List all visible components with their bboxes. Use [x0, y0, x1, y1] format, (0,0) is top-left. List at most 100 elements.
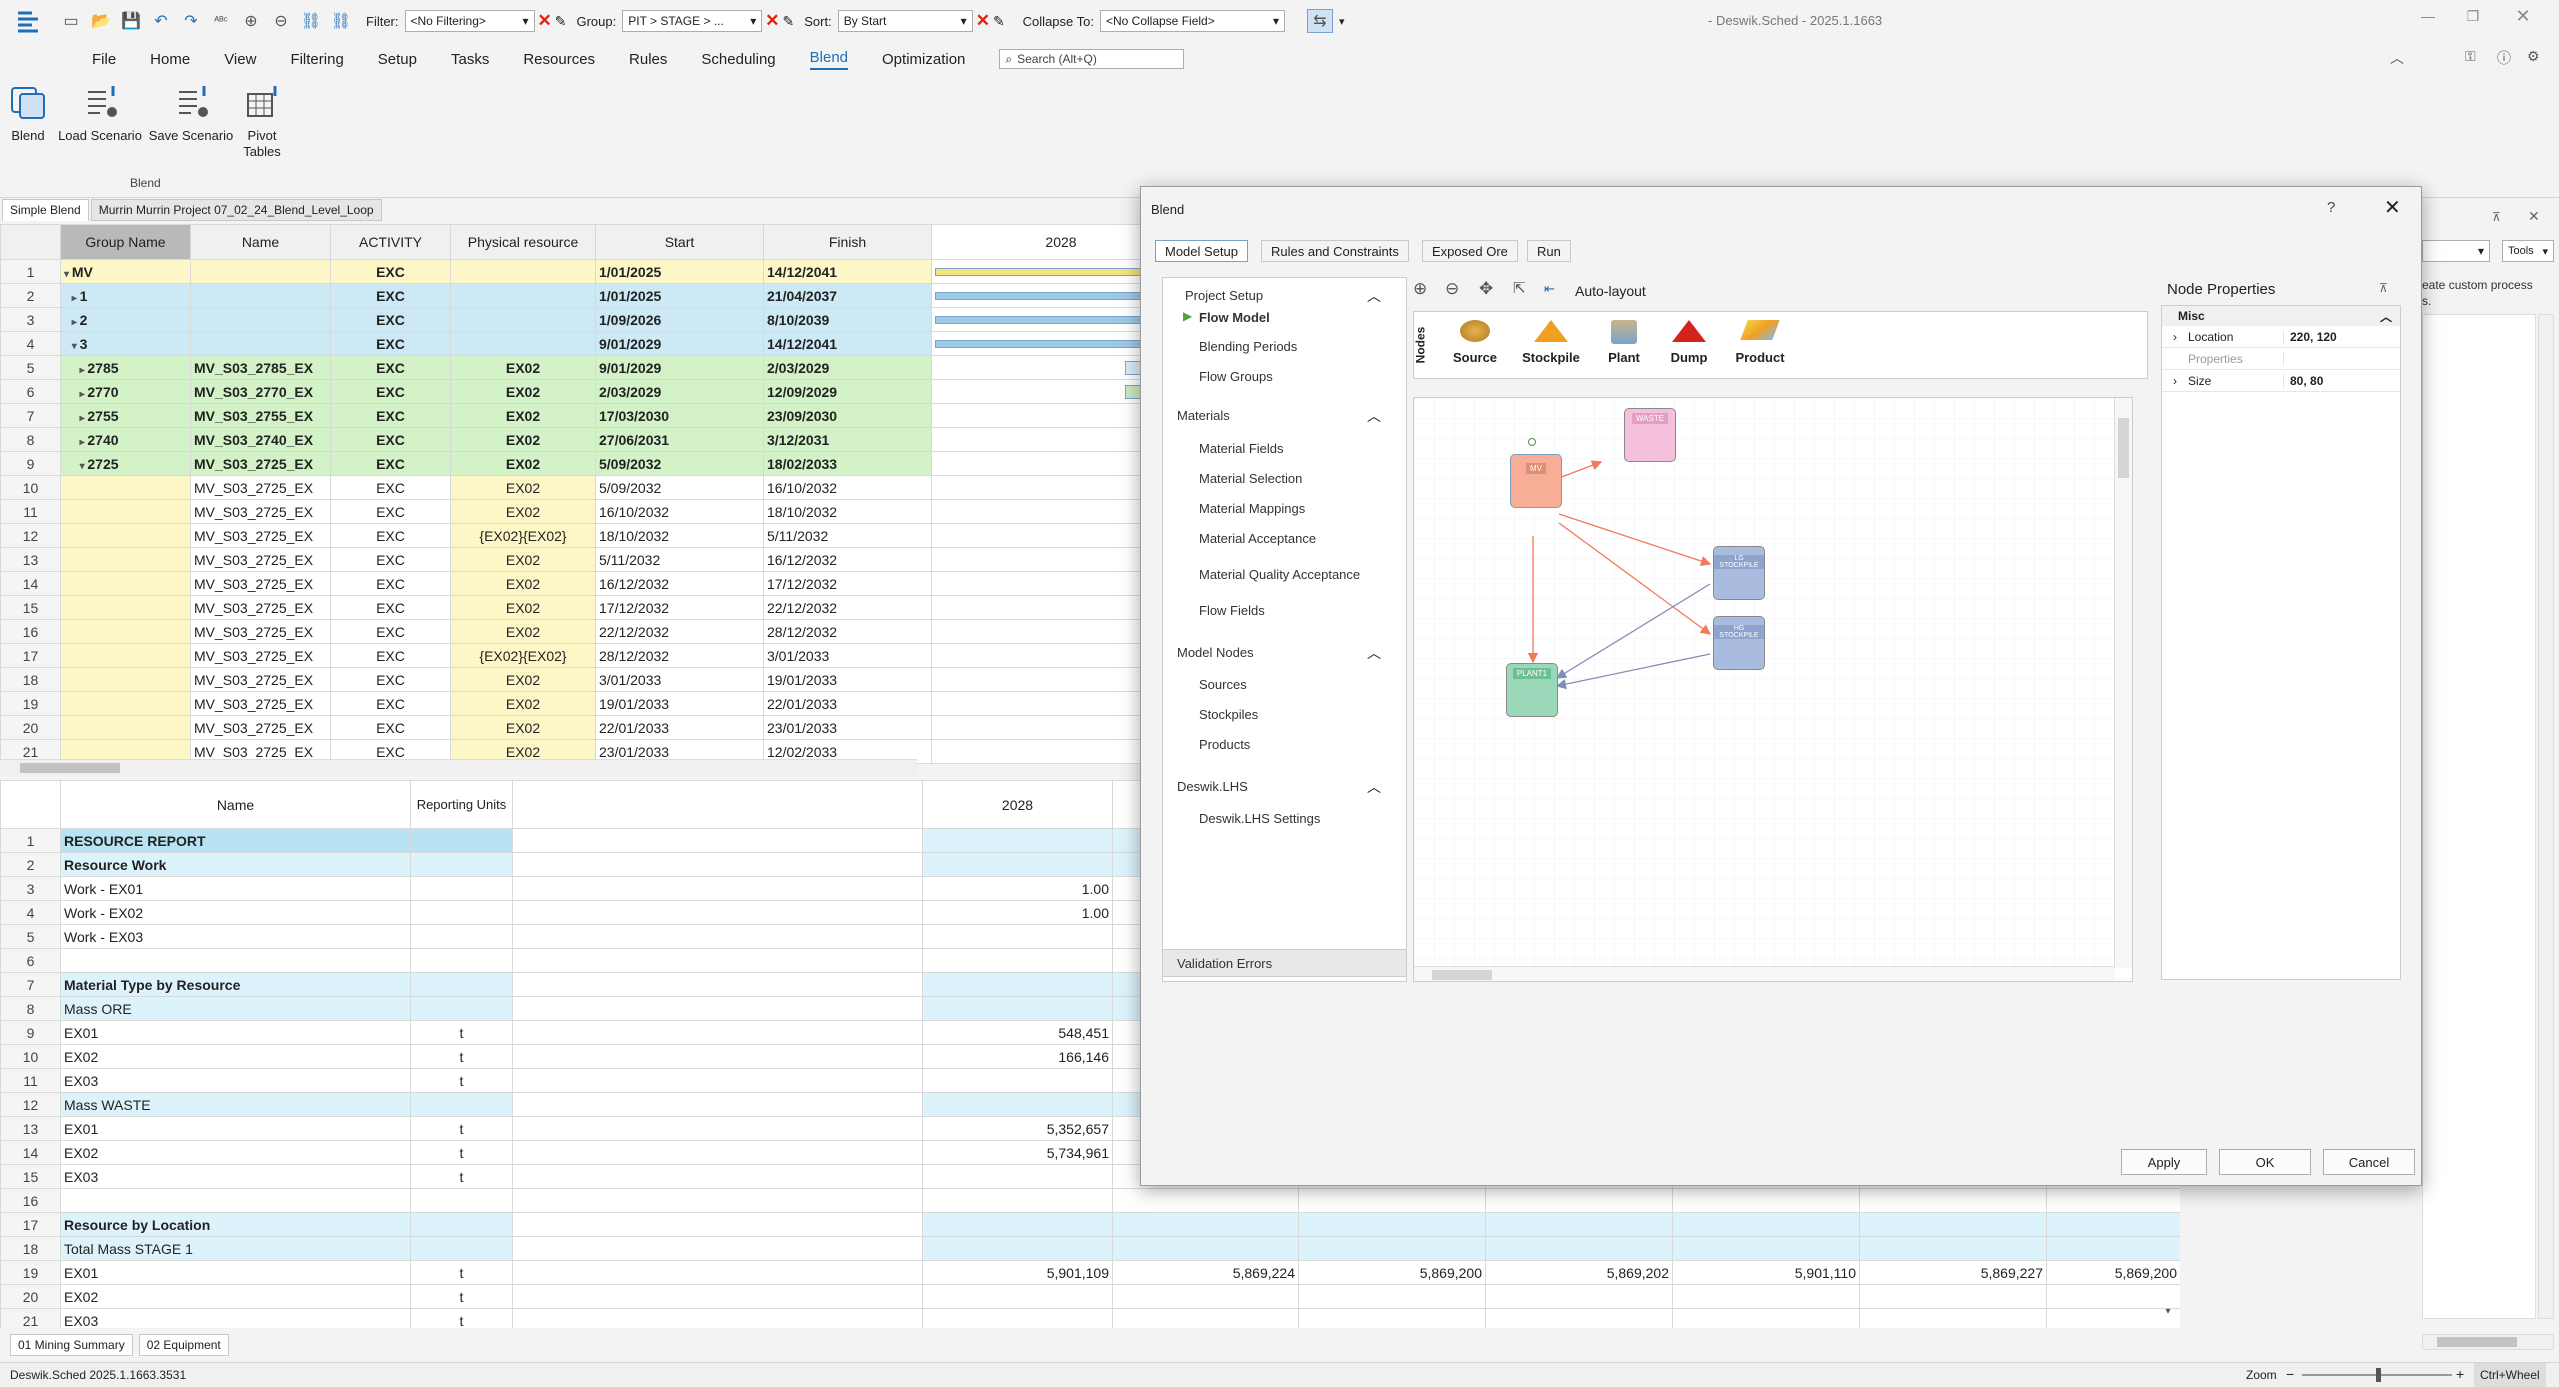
gantt-bar-cell[interactable] — [931, 523, 1140, 548]
chevron-up-icon[interactable]: ︿ — [2380, 308, 2392, 325]
table-row[interactable]: 20 MV_S03_2725_EX EXC EX02 22/01/2033 23/01/… — [0, 715, 1140, 740]
redo-icon[interactable]: ↷ — [176, 6, 206, 36]
group-dropdown[interactable]: PIT > STAGE > ... ▾ — [622, 10, 763, 32]
nav-blending-periods[interactable]: Blending Periods — [1199, 339, 1297, 354]
gantt-bar-cell[interactable] — [931, 307, 1140, 332]
node-lg-stockpile[interactable]: LG STOCKPILE — [1713, 546, 1765, 600]
table-row[interactable]: 18 MV_S03_2725_EX EXC EX02 3/01/2033 19/01/2… — [0, 667, 1140, 692]
physical-resource-cell[interactable]: EX02 — [450, 499, 596, 524]
reporting-units-cell[interactable]: t — [410, 1284, 513, 1309]
gantt-bar-cell[interactable] — [931, 595, 1140, 620]
group-name-cell[interactable]: ▾ 3 — [60, 331, 191, 356]
clear-sort-icon[interactable]: ✕ — [976, 11, 990, 31]
report-value-cell[interactable]: 5,869,200 — [1298, 1260, 1486, 1285]
report-value-cell[interactable] — [1485, 1308, 1673, 1328]
reporting-units-cell[interactable] — [410, 900, 513, 925]
expand-icon[interactable]: ▸ — [72, 293, 80, 304]
activity-cell[interactable]: EXC — [330, 403, 451, 428]
activity-cell[interactable]: EXC — [330, 475, 451, 500]
palette-source[interactable]: Source — [1450, 320, 1500, 365]
reporting-units-cell[interactable]: t — [410, 1068, 513, 1093]
report-value-cell[interactable] — [1859, 1188, 2047, 1213]
gantt-bar-cell[interactable] — [931, 739, 1140, 764]
filter-dropdown[interactable]: <No Filtering> ▾ — [404, 10, 535, 32]
activity-cell[interactable]: EXC — [330, 667, 451, 692]
report-value-cell[interactable] — [1672, 1308, 1860, 1328]
table-row[interactable]: 16 — [0, 1188, 2180, 1213]
save-icon[interactable]: 💾 — [116, 6, 146, 36]
reporting-units-cell[interactable] — [410, 1092, 513, 1117]
activity-cell[interactable]: EXC — [330, 379, 451, 404]
table-row[interactable]: 6 ▸ 2770 MV_S03_2770_EX EXC EX02 2/03/2029 12… — [0, 379, 1140, 404]
finish-cell[interactable]: 2/03/2029 — [763, 355, 932, 380]
reporting-units-cell[interactable]: t — [410, 1020, 513, 1045]
report-name-cell[interactable]: EX03 — [60, 1164, 411, 1189]
physical-resource-cell[interactable]: {EX02}{EX02} — [450, 643, 596, 668]
finish-cell[interactable]: 14/12/2041 — [763, 259, 932, 284]
report-value-cell[interactable] — [1298, 1236, 1486, 1261]
report-value-cell[interactable]: 5,869,200 — [2046, 1260, 2180, 1285]
canvas-hscroll-thumb[interactable] — [1432, 970, 1492, 980]
report-value-cell[interactable] — [922, 1236, 1113, 1261]
report-value-cell[interactable] — [1485, 1212, 1673, 1237]
group-name-cell[interactable] — [60, 499, 191, 524]
report-value-cell[interactable] — [2046, 1212, 2180, 1237]
size-value[interactable]: 80, 80 — [2284, 374, 2323, 388]
reporting-units-cell[interactable] — [410, 876, 513, 901]
canvas-hscroll[interactable] — [1414, 966, 2114, 981]
activity-cell[interactable]: EXC — [330, 499, 451, 524]
report-name-cell[interactable]: Work - EX01 — [60, 876, 411, 901]
tab-run[interactable]: Run — [1527, 240, 1571, 262]
menu-filtering[interactable]: Filtering — [290, 51, 343, 68]
gantt-bar-cell[interactable] — [931, 667, 1140, 692]
activity-cell[interactable]: EXC — [330, 307, 451, 332]
name-cell[interactable]: MV_S03_2785_EX — [190, 355, 331, 380]
finish-cell[interactable]: 18/02/2033 — [763, 451, 932, 476]
finish-cell[interactable]: 16/10/2032 — [763, 475, 932, 500]
expand-icon[interactable]: › — [2162, 330, 2188, 344]
pin-icon[interactable]: ⊼ — [2492, 210, 2501, 224]
start-cell[interactable]: 19/01/2033 — [595, 691, 764, 716]
gantt-bar-cell[interactable] — [931, 691, 1140, 716]
gantt-scroll-thumb[interactable] — [20, 763, 120, 773]
node-mv-rotate-handle[interactable] — [1528, 438, 1536, 446]
report-value-cell[interactable] — [922, 996, 1113, 1021]
reporting-units-cell[interactable]: t — [410, 1308, 513, 1328]
physical-resource-cell[interactable]: {EX02}{EX02} — [450, 523, 596, 548]
flow-canvas[interactable]: MV WASTE LG STOCKPILE HG STOCKPILE PLANT… — [1413, 397, 2133, 982]
link-icon[interactable]: ⛓ — [296, 6, 326, 36]
group-name-cell[interactable] — [60, 667, 191, 692]
report-value-cell[interactable] — [1298, 1284, 1486, 1309]
report-value-cell[interactable]: 5,901,109 — [922, 1260, 1113, 1285]
ribbon-collapse-icon[interactable]: ︿ — [2390, 48, 2404, 68]
zoom-out-icon[interactable]: ⊖ — [1445, 279, 1459, 299]
name-cell[interactable] — [190, 331, 331, 356]
layout-toggle-icon[interactable]: ⇆ — [1306, 9, 1333, 33]
finish-cell[interactable]: 8/10/2039 — [763, 307, 932, 332]
reporting-units-cell[interactable]: t — [410, 1164, 513, 1189]
report-name-cell[interactable]: Resource Work — [60, 852, 411, 877]
gantt-bar[interactable] — [935, 315, 1140, 324]
nav-deswik-lhs[interactable]: Deswik.LHS — [1177, 779, 1248, 794]
group-name-cell[interactable] — [60, 619, 191, 644]
clear-filter-icon[interactable]: ✕ — [538, 11, 552, 31]
chevron-up-icon[interactable]: ︿ — [1367, 777, 1381, 795]
finish-cell[interactable]: 12/09/2029 — [763, 379, 932, 404]
activity-cell[interactable]: EXC — [330, 595, 451, 620]
node-waste[interactable]: WASTE — [1624, 408, 1676, 462]
gantt-bar-cell[interactable] — [931, 403, 1140, 428]
tools-dropdown[interactable]: Tools ▾ — [2502, 240, 2554, 262]
node-hg-stockpile[interactable]: HG STOCKPILE — [1713, 616, 1765, 670]
name-cell[interactable] — [190, 283, 331, 308]
start-cell[interactable]: 22/01/2033 — [595, 715, 764, 740]
report-value-cell[interactable]: 1.00 — [922, 876, 1113, 901]
report-value-cell[interactable] — [1298, 1188, 1486, 1213]
report-value-cell[interactable] — [1485, 1284, 1673, 1309]
name-cell[interactable]: MV_S03_2755_EX — [190, 403, 331, 428]
panel-hscroll-thumb[interactable] — [2437, 1337, 2517, 1347]
load-scenario-button[interactable]: Load Scenario — [58, 82, 142, 143]
pointer-icon[interactable]: ⇱ — [1513, 279, 1526, 297]
info-icon[interactable]: ⓘ — [2497, 48, 2511, 68]
name-cell[interactable]: MV_S03_2725_EX — [190, 571, 331, 596]
menu-view[interactable]: View — [224, 51, 256, 68]
